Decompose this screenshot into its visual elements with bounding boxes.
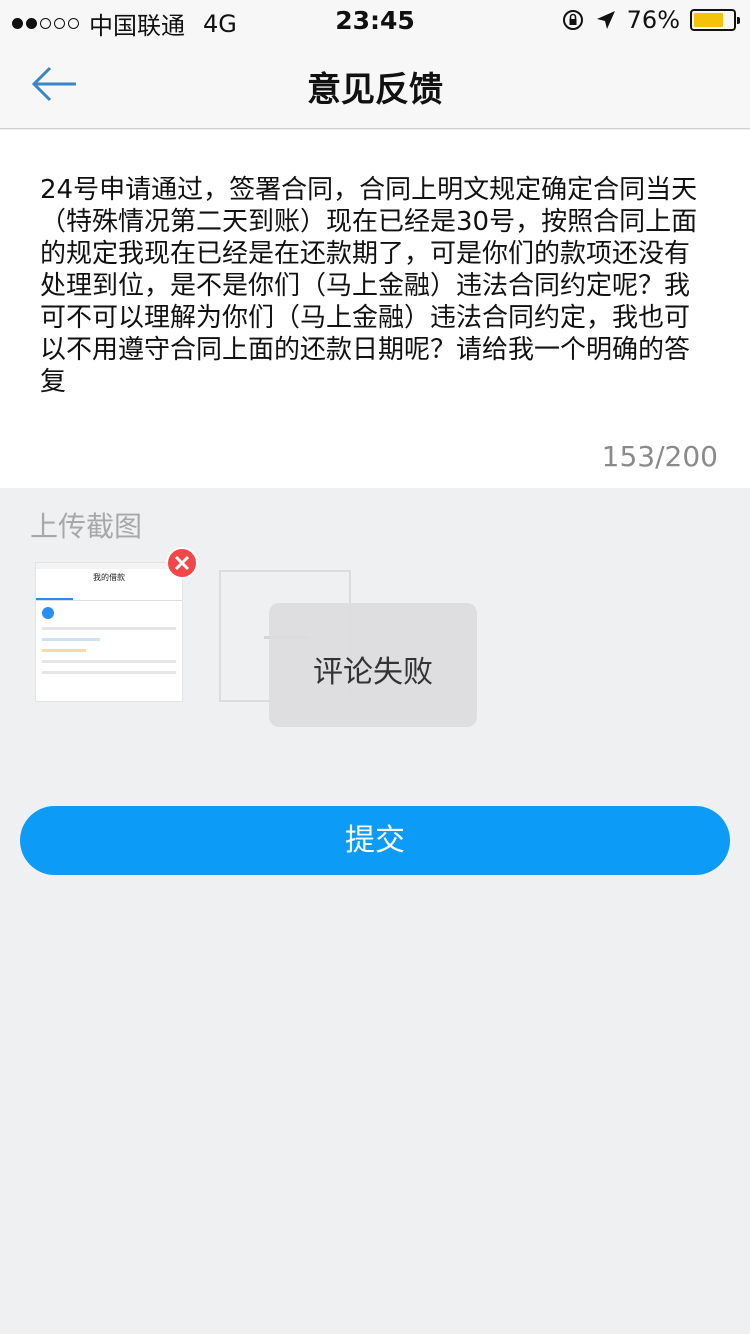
battery-icon (690, 9, 740, 31)
navigation-bar: 意见反馈 (0, 40, 750, 129)
remove-screenshot-button[interactable] (166, 547, 198, 579)
submit-button[interactable]: 提交 (20, 806, 730, 875)
thumbnail-title: 我的借款 (93, 573, 125, 582)
feedback-textarea[interactable]: 24号申请通过，签署合同，合同上明文规定确定合同当天（特殊情况第二天到账）现在已… (0, 130, 750, 488)
status-bar: 中国联通 4G 23:45 76% (0, 0, 750, 40)
status-right: 76% (561, 6, 740, 34)
close-icon (174, 555, 190, 571)
uploaded-screenshot-thumbnail[interactable]: 我的借款 (35, 562, 183, 702)
character-counter: 153/200 (601, 440, 718, 473)
toast: 评论失败 (269, 603, 477, 727)
feedback-text[interactable]: 24号申请通过，签署合同，合同上明文规定确定合同当天（特殊情况第二天到账）现在已… (40, 174, 710, 398)
battery-percent: 76% (626, 6, 680, 34)
location-arrow-icon (596, 11, 615, 29)
orientation-lock-icon (562, 10, 583, 30)
battery-fill (694, 13, 723, 27)
toast-message: 评论失败 (313, 655, 433, 690)
upload-screenshot-label: 上传截图 (30, 510, 143, 543)
page-title: 意见反馈 (307, 70, 443, 110)
